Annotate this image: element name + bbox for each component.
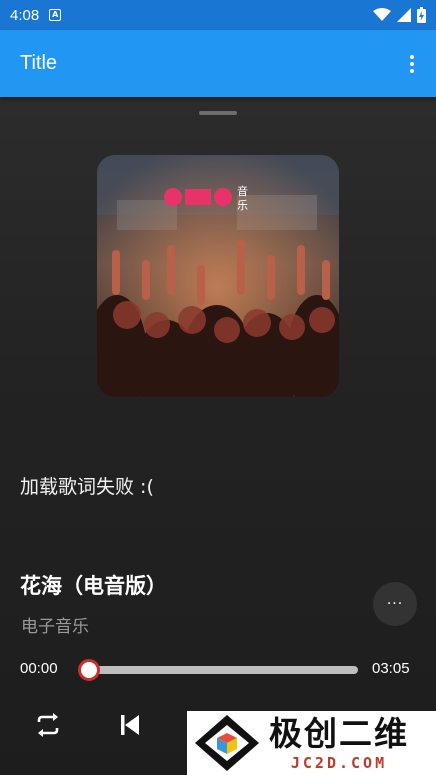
wifi-icon [373,8,391,21]
status-time: 4:08 [10,6,40,24]
drag-handle[interactable] [199,111,237,115]
watermark-main-text: 极创二维 [269,714,409,753]
watermark-text: 极创二维 JC2D.COM [269,714,409,772]
lyrics-status: 加载歌词失败 :( [20,476,154,498]
song-artist: 电子音乐 [21,617,89,637]
progress-bar[interactable] [88,666,358,674]
watermark-logo-icon [195,715,259,771]
song-title: 花海（电音版） [20,574,167,598]
status-bar: 4:08 A [0,0,436,30]
signal-icon [397,8,411,22]
album-cover: 音 乐 [97,155,339,397]
total-time: 03:05 [372,660,410,677]
repeat-icon [37,713,59,737]
watermark: 极创二维 JC2D.COM [187,711,436,775]
app-bar-title: Title [20,52,58,74]
skip-previous-icon [121,715,139,735]
previous-button[interactable] [110,705,150,745]
svg-text:音: 音 [237,184,248,198]
battery-icon [417,7,426,23]
more-vert-icon[interactable] [400,44,424,84]
notification-icon: A [49,9,62,21]
repeat-button[interactable] [28,705,68,745]
progress-thumb[interactable] [78,659,100,681]
app-bar: Title [0,30,436,97]
current-time: 00:00 [20,660,58,677]
watermark-sub-text: JC2D.COM [290,754,388,772]
song-more-button[interactable]: ··· [373,582,417,626]
status-icons [373,7,426,23]
svg-text:乐: 乐 [237,199,248,212]
